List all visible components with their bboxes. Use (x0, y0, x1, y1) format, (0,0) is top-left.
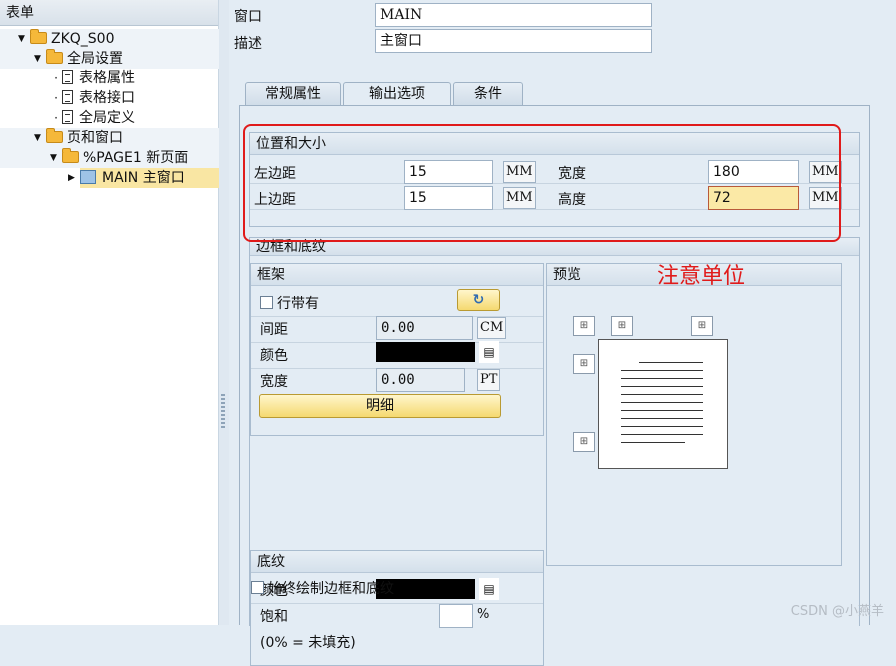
detail-button[interactable]: 明细 (259, 394, 501, 418)
frame-width-field[interactable]: 0.00 (376, 368, 465, 392)
preview-text-line (621, 370, 703, 371)
tab-general-attributes[interactable]: 常规属性 (245, 82, 341, 106)
tree-item-form-interface[interactable]: · 表格接口 (0, 88, 219, 108)
preview-text-line (621, 442, 685, 443)
tree-item-main-window[interactable]: ▶ MAIN 主窗口 (0, 168, 219, 188)
watermark: CSDN @小燕羊 (790, 604, 884, 619)
description-label: 描述 (234, 36, 262, 52)
preview-text-line (621, 434, 703, 435)
frame-color-swatch[interactable] (376, 342, 475, 362)
tab-conditions[interactable]: 条件 (453, 82, 523, 106)
window-name-field[interactable]: MAIN (375, 3, 652, 27)
folder-open-icon (46, 49, 63, 64)
bullet-icon: · (54, 91, 58, 105)
saturation-unit: % (477, 607, 490, 622)
preview-text-line (639, 362, 703, 363)
document-icon (62, 90, 73, 104)
frame-color-label: 颜色 (260, 348, 288, 364)
saturation-label: 饱和 (260, 609, 288, 625)
expand-triangle-icon[interactable]: ▼ (50, 148, 62, 168)
collapse-triangle-icon[interactable]: ▶ (68, 168, 80, 188)
saturation-field[interactable] (439, 604, 473, 628)
color-picker-icon[interactable]: ▤ (479, 578, 499, 600)
folder-open-icon (62, 148, 79, 163)
tree-item-label: 全局定义 (79, 110, 135, 126)
spacing-label: 间距 (260, 322, 288, 338)
tree-item-label: MAIN 主窗口 (102, 170, 185, 186)
with-line-checkbox[interactable] (260, 296, 273, 309)
tree-item-label: ZKQ_S00 (51, 31, 115, 47)
document-icon (62, 70, 73, 84)
expand-triangle-icon[interactable]: ▼ (34, 128, 46, 148)
always-draw-checkbox[interactable] (251, 581, 264, 594)
border-bottom-icon[interactable]: ⊞ (573, 432, 595, 452)
tree-item-pages-windows[interactable]: ▼ 页和窗口 (0, 128, 219, 148)
tree-item-page1[interactable]: ▼ %PAGE1 新页面 (0, 148, 219, 168)
shading-title: 底纹 (251, 551, 543, 573)
frame-title: 框架 (251, 264, 543, 286)
window-icon (80, 170, 96, 184)
tree-item-form-attributes[interactable]: · 表格属性 (0, 68, 219, 88)
preview-text-line (621, 394, 703, 395)
refresh-icon[interactable]: ↻ (457, 289, 500, 311)
row-divider (251, 603, 543, 604)
description-field[interactable]: 主窗口 (375, 29, 652, 53)
window-label: 窗口 (234, 9, 262, 25)
color-picker-icon[interactable]: ▤ (479, 341, 499, 363)
tree-header: 表单 (0, 0, 218, 26)
preview-group: 预览 ⊞ ⊞ ⊞ ⊞ ⊞ (546, 263, 842, 566)
bullet-icon: · (54, 71, 58, 85)
tree-item-zkq-s00[interactable]: ▼ ZKQ_S00 (0, 29, 219, 49)
bullet-icon: · (54, 111, 58, 125)
tree-item-global-settings[interactable]: ▼ 全局设置 (0, 49, 219, 69)
tree-item-label: 表格接口 (79, 90, 135, 106)
with-line-label: 行带有 (277, 296, 319, 312)
expand-triangle-icon[interactable]: ▼ (34, 49, 46, 69)
annotation-text: 注意单位 (657, 264, 746, 289)
preview-text-line (621, 418, 703, 419)
border-left-icon[interactable]: ⊞ (573, 354, 595, 374)
preview-text-line (621, 402, 703, 403)
preview-text-line (621, 410, 703, 411)
frame-group: 框架 行带有 ↻ 间距 0.00 CM 颜色 ▤ 宽度 0.00 PT 明细 (250, 263, 544, 436)
folder-open-icon (30, 29, 47, 44)
shading-note: (0% = 未填充) (260, 635, 356, 651)
red-highlight-box (243, 124, 841, 242)
tree-item-label: 全局设置 (67, 51, 123, 67)
border-top-icon[interactable]: ⊞ (611, 316, 633, 336)
spacing-unit: CM (477, 317, 507, 339)
border-shading-group: 边框和底纹 框架 行带有 ↻ 间距 0.00 CM 颜色 ▤ 宽度 0.00 P… (249, 237, 860, 666)
right-panel: 窗口 MAIN 描述 主窗口 常规属性 输出选项 条件 位置和大小 左边距 15… (229, 0, 896, 666)
tree-item-label: 页和窗口 (67, 130, 123, 146)
preview-text-line (621, 386, 703, 387)
always-draw-label: 始终绘制边框和底纹 (268, 581, 394, 597)
spacing-field[interactable]: 0.00 (376, 316, 473, 340)
frame-width-label: 宽度 (260, 374, 288, 390)
document-icon (62, 110, 73, 124)
shading-group: 底纹 颜色 ▤ 饱和 % (0% = 未填充) (250, 550, 544, 666)
tab-output-options[interactable]: 输出选项 (343, 82, 451, 107)
tree-item-label: %PAGE1 新页面 (83, 150, 189, 166)
splitter[interactable] (219, 0, 229, 625)
preview-page (598, 339, 728, 469)
preview-text-line (621, 378, 703, 379)
preview-text-line (621, 426, 703, 427)
tree-panel: 表单 ▼ ZKQ_S00 ▼ 全局设置 · 表格属性 · 表格接口 · 全局定义 ▼ 页和窗… (0, 0, 219, 625)
border-right-icon[interactable]: ⊞ (691, 316, 713, 336)
splitter-grip-icon[interactable] (221, 394, 225, 428)
tree-item-label: 表格属性 (79, 70, 135, 86)
border-outer-icon[interactable]: ⊞ (573, 316, 595, 336)
tree-item-global-definitions[interactable]: · 全局定义 (0, 108, 219, 128)
folder-open-icon (46, 128, 63, 143)
expand-triangle-icon[interactable]: ▼ (18, 29, 30, 49)
frame-width-unit: PT (477, 369, 501, 391)
